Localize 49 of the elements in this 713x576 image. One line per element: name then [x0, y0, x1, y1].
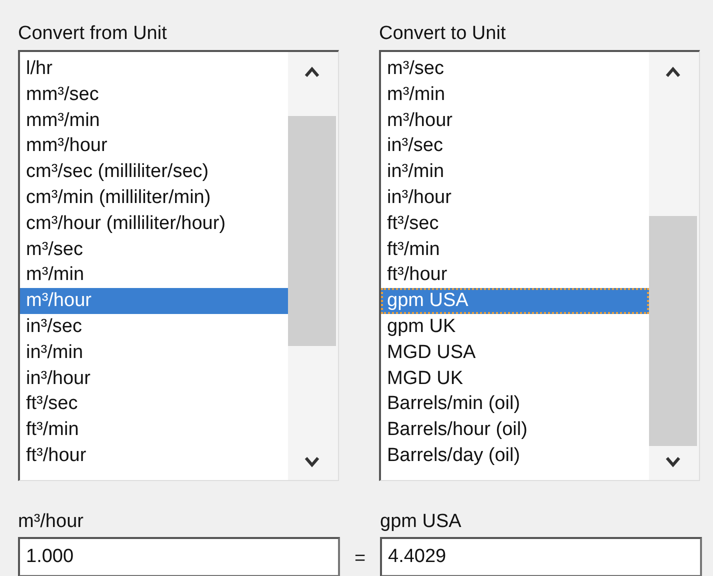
list-label: Convert to Unit — [379, 22, 507, 46]
list-item[interactable]: in³/min — [20, 340, 288, 366]
list-item[interactable]: MGD USA — [381, 340, 649, 366]
list-label: Convert from Unit — [18, 22, 168, 46]
list-item[interactable]: cm³/hour (milliliter/hour) — [20, 210, 288, 237]
list-item[interactable]: m³/sec — [20, 236, 288, 262]
list-item[interactable]: in³/hour — [20, 366, 288, 392]
scroll-down-icon[interactable] — [665, 456, 681, 468]
list-item[interactable]: MGD UK — [381, 366, 649, 392]
list-item[interactable]: mm³/hour — [20, 133, 288, 160]
list-item[interactable]: in³/sec — [381, 133, 649, 160]
scroll-up-icon[interactable] — [304, 66, 320, 78]
list-item[interactable]: ft³/hour — [20, 442, 288, 469]
equals-sign: = — [353, 547, 367, 571]
list-item[interactable]: mm³/sec — [20, 82, 288, 108]
list-item[interactable]: m³/min — [20, 262, 288, 288]
unit-list[interactable]: l/hr mm³/sec mm³/min mm³/hour cm³/sec (milliliter/sec) cm³/min (milliliter/min) cm³/hour (milliliter/hour) m³/sec m³/min m³/hour in³/sec in³/min in³/hour ft³/sec ft³/min ft³/hour — [18, 50, 339, 481]
list-item[interactable]: in³/sec — [20, 314, 288, 340]
scrollbar[interactable] — [649, 52, 699, 480]
list-item[interactable]: cm³/sec (milliliter/sec) — [20, 159, 288, 185]
list-item[interactable]: ft³/min — [381, 236, 649, 262]
value-label: gpm USA — [380, 510, 462, 534]
list-item[interactable]: in³/min — [381, 159, 649, 185]
scrollbar-thumb[interactable] — [649, 216, 697, 446]
scrollbar-thumb[interactable] — [288, 116, 336, 346]
list-item[interactable]: gpm USA — [381, 288, 649, 314]
list-item[interactable]: m³/min — [381, 82, 649, 108]
list-item[interactable]: Barrels/day (oil) — [381, 442, 649, 469]
result-field[interactable]: 4.4029 — [380, 537, 702, 576]
list-item[interactable]: Barrels/min (oil) — [381, 391, 649, 418]
unit-list[interactable]: m³/sec m³/min m³/hour in³/sec in³/min in³/hour ft³/sec ft³/min ft³/hour gpm USA gpm UK MGD USA MGD UK Barrels/min (oil) Barrels/hour (oil) Barrels/day (oil) — [379, 50, 700, 481]
list-item[interactable]: ft³/sec — [381, 210, 649, 237]
list-item[interactable]: in³/hour — [381, 184, 649, 211]
input-field[interactable]: 1.000 — [18, 537, 340, 576]
list-item[interactable]: ft³/hour — [381, 262, 649, 288]
list-item[interactable]: ft³/min — [20, 417, 288, 443]
list-item[interactable]: ft³/sec — [20, 391, 288, 418]
list-item[interactable]: l/hr — [20, 56, 288, 82]
value-label: m³/hour — [18, 510, 84, 534]
scroll-down-icon[interactable] — [304, 456, 320, 468]
list-item[interactable]: m³/sec — [381, 56, 649, 82]
list-item[interactable]: cm³/min (milliliter/min) — [20, 184, 288, 211]
list-item[interactable]: m³/hour — [20, 288, 288, 314]
list-item[interactable]: m³/hour — [381, 108, 649, 134]
scroll-up-icon[interactable] — [665, 66, 681, 78]
scrollbar[interactable] — [288, 52, 338, 480]
list-item[interactable]: gpm UK — [381, 314, 649, 340]
list-item[interactable]: Barrels/hour (oil) — [381, 417, 649, 443]
list-item[interactable]: mm³/min — [20, 108, 288, 134]
